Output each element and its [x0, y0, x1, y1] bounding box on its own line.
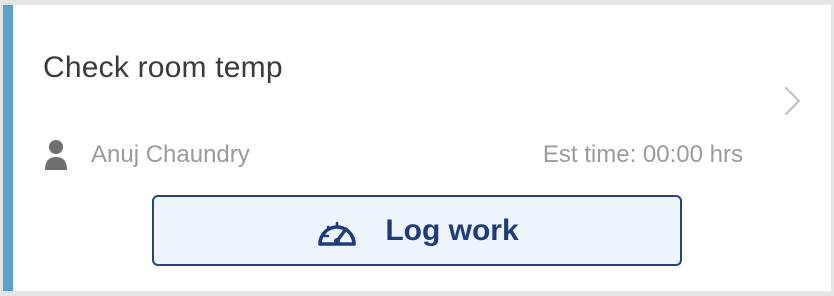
estimated-time: Est time: 00:00 hrs [542, 141, 743, 168]
log-work-button[interactable]: Log work [152, 195, 682, 266]
task-title: Check room temp [43, 51, 283, 84]
log-work-label: Log work [385, 213, 519, 247]
card-accent-bar [3, 5, 13, 291]
speedometer-icon [318, 221, 357, 246]
assignee-name: Anuj Chaundry [91, 141, 250, 168]
person-icon [45, 140, 67, 170]
assignee-row: Anuj Chaundry [43, 137, 250, 173]
task-card[interactable]: Check room temp Anuj Chaundry Est time: … [3, 5, 831, 291]
chevron-right-icon[interactable] [778, 86, 806, 116]
